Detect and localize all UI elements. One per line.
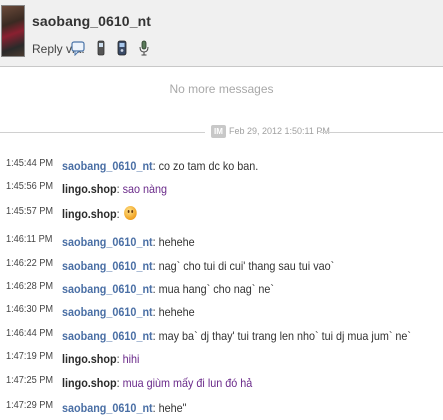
microphone-icon[interactable] [137, 40, 151, 56]
message-sender[interactable]: saobang_0610_nt [62, 329, 153, 343]
date-separator: IM Feb 29, 2012 1:50:11 PM [0, 124, 443, 140]
message-row: 1:45:44 PM saobang_0610_nt: co zo tam dc … [0, 158, 443, 178]
message-sender[interactable]: saobang_0610_nt [62, 401, 153, 415]
message-text: co zo tam dc ko ban. [158, 159, 259, 173]
message-text: hehehe [158, 235, 195, 249]
message-text: nag` cho tui di cui' thang sau tui vao` [158, 259, 335, 273]
message-sender[interactable]: saobang_0610_nt [62, 235, 153, 249]
message-timestamp: 1:45:57 PM [6, 206, 54, 217]
message-sender[interactable]: saobang_0610_nt [62, 282, 153, 296]
separator-line-left [0, 132, 205, 133]
message-row: 1:46:11 PM saobang_0610_nt: hehehe [0, 234, 443, 254]
avatar[interactable] [1, 5, 25, 57]
message-text: hehe" [158, 401, 187, 415]
message-sender[interactable]: lingo.shop [62, 376, 117, 390]
message-timestamp: 1:47:19 PM [6, 351, 54, 362]
message-text: hihi [122, 352, 140, 366]
message-row: 1:47:19 PM lingo.shop: hihi [0, 351, 443, 371]
blackberry-icon[interactable] [115, 40, 129, 56]
contact-username[interactable]: saobang_0610_nt [32, 13, 151, 29]
message-text: may ba` dj thay' tui trang len nho` tui … [158, 329, 412, 343]
message-text: mua giùm mấy đi lun đó hả [122, 376, 253, 390]
message-row: 1:46:44 PM saobang_0610_nt: may ba` dj th… [0, 328, 443, 348]
message-sender[interactable]: lingo.shop [62, 182, 117, 196]
sender-colon: : [116, 207, 123, 221]
message-row: 1:45:56 PM lingo.shop: sao nàng [0, 181, 443, 201]
message-content: saobang_0610_nt: mua hang` cho nag` ne` [62, 280, 274, 298]
message-timestamp: 1:46:44 PM [6, 328, 54, 339]
message-content: lingo.shop: sao nàng [62, 180, 167, 198]
message-timestamp: 1:46:28 PM [6, 281, 54, 292]
message-content: saobang_0610_nt: may ba` dj thay' tui tr… [62, 327, 411, 345]
message-sender[interactable]: lingo.shop [62, 207, 117, 221]
message-row: 1:46:30 PM saobang_0610_nt: hehehe [0, 304, 443, 324]
message-row: 1:46:22 PM saobang_0610_nt: nag` cho tui … [0, 258, 443, 278]
message-content: saobang_0610_nt: hehehe [62, 233, 195, 251]
message-timestamp: 1:46:30 PM [6, 304, 54, 315]
message-text: mua hang` cho nag` ne` [158, 282, 274, 296]
message-timestamp: 1:47:25 PM [6, 375, 54, 386]
message-sender[interactable]: lingo.shop [62, 352, 117, 366]
message-row: 1:47:29 PM saobang_0610_nt: hehe" [0, 400, 443, 420]
message-sender[interactable]: saobang_0610_nt [62, 159, 153, 173]
smiley-icon [124, 206, 137, 220]
message-text: hehehe [158, 305, 195, 319]
message-row: 1:47:25 PM lingo.shop: mua giùm mấy đi lu… [0, 375, 443, 395]
message-content: lingo.shop: hihi [62, 350, 139, 368]
chat-bubble-icon[interactable] [71, 40, 85, 56]
message-content: saobang_0610_nt: nag` cho tui di cui' th… [62, 257, 334, 275]
separator-date: Feb 29, 2012 1:50:11 PM [229, 126, 330, 136]
message-timestamp: 1:46:11 PM [6, 234, 53, 245]
message-row: 1:45:57 PM lingo.shop: [0, 206, 443, 226]
message-content: saobang_0610_nt: hehehe [62, 303, 195, 321]
message-timestamp: 1:45:44 PM [6, 158, 54, 169]
separator-line-right [320, 132, 443, 133]
conversation-header: saobang_0610_nt Reply via: [0, 0, 443, 67]
im-badge-icon: IM [211, 125, 226, 138]
message-text: sao nàng [122, 182, 168, 196]
no-more-messages-label: No more messages [169, 82, 274, 96]
message-row: 1:46:28 PM saobang_0610_nt: mua hang` cho… [0, 281, 443, 301]
message-content: lingo.shop: [62, 205, 137, 223]
message-timestamp: 1:45:56 PM [6, 181, 54, 192]
mobile-phone-icon[interactable] [94, 40, 108, 56]
message-sender[interactable]: saobang_0610_nt [62, 259, 153, 273]
message-content: saobang_0610_nt: hehe" [62, 399, 187, 417]
message-timestamp: 1:46:22 PM [6, 258, 54, 269]
message-timestamp: 1:47:29 PM [6, 400, 54, 411]
message-content: lingo.shop: mua giùm mấy đi lun đó hả [62, 374, 252, 392]
message-content: saobang_0610_nt: co zo tam dc ko ban. [62, 157, 258, 175]
message-sender[interactable]: saobang_0610_nt [62, 305, 153, 319]
